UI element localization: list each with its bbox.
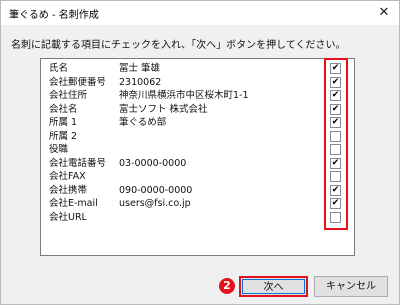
window-title: 筆ぐるめ - 名刺作成 bbox=[9, 10, 99, 21]
field-value: 筆ぐるめ部 bbox=[119, 117, 167, 128]
field-row[interactable]: 会社FAX bbox=[41, 170, 354, 183]
next-button[interactable]: 次へ bbox=[239, 276, 308, 297]
next-button-label: 次へ bbox=[242, 279, 305, 294]
cancel-button[interactable]: キャンセル bbox=[314, 276, 388, 297]
field-value: 富士ソフト 株式会社 bbox=[119, 103, 208, 115]
field-label: 所属 2 bbox=[49, 130, 78, 142]
field-value: 冨士 筆雄 bbox=[119, 63, 161, 74]
field-value: 090-0000-0000 bbox=[119, 184, 193, 196]
field-label: 会社名 bbox=[49, 103, 78, 115]
checkbox-highlight bbox=[324, 58, 348, 230]
field-value: 2310062 bbox=[119, 76, 162, 88]
field-label: 会社URL bbox=[49, 211, 87, 223]
field-label: 役職 bbox=[49, 144, 69, 155]
field-label: 氏名 bbox=[49, 63, 69, 74]
field-label: 会社郵便番号 bbox=[49, 76, 107, 88]
field-label: 所属 1 bbox=[49, 117, 78, 128]
field-label: 会社電話番号 bbox=[49, 157, 107, 169]
field-label: 会社携帯 bbox=[49, 184, 88, 196]
field-label: 会社住所 bbox=[49, 90, 88, 101]
field-row[interactable]: 会社名 富士ソフト 株式会社 ✔ bbox=[41, 103, 354, 116]
field-row[interactable]: 所属 1 筆ぐるめ部 ✔ bbox=[41, 116, 354, 129]
field-row[interactable]: 会社郵便番号 2310062 ✔ bbox=[41, 76, 354, 89]
field-checklist: 氏名 冨士 筆雄 ✔ 会社郵便番号 2310062 ✔ 会社住所 神奈川県横浜市中区桜木町1-… bbox=[40, 58, 355, 256]
field-row[interactable]: 会社携帯 090-0000-0000 ✔ bbox=[41, 184, 354, 197]
title-bar: 筆ぐるめ - 名刺作成 ✕ bbox=[1, 1, 399, 25]
field-label: 会社FAX bbox=[49, 171, 86, 182]
field-row[interactable]: 会社電話番号 03-0000-0000 ✔ bbox=[41, 157, 354, 170]
field-row[interactable]: 氏名 冨士 筆雄 ✔ bbox=[41, 62, 354, 75]
field-row[interactable]: 所属 2 bbox=[41, 130, 354, 143]
field-value: users@fsi.co.jp bbox=[119, 198, 191, 209]
field-value: 神奈川県横浜市中区桜木町1-1 bbox=[119, 90, 249, 101]
create-business-card-dialog: 筆ぐるめ - 名刺作成 ✕ 名刺に記載する項目にチェックを入れ、「次へ」ボタンを… bbox=[0, 0, 400, 305]
field-value: 03-0000-0000 bbox=[119, 157, 187, 169]
field-row[interactable]: 会社住所 神奈川県横浜市中区桜木町1-1 ✔ bbox=[41, 89, 354, 102]
field-row[interactable]: 役職 bbox=[41, 143, 354, 156]
close-icon[interactable]: ✕ bbox=[373, 2, 395, 24]
instruction-text: 名刺に記載する項目にチェックを入れ、「次へ」ボタンを押してください。 bbox=[11, 40, 346, 51]
field-row[interactable]: 会社E-mail users@fsi.co.jp ✔ bbox=[41, 197, 354, 210]
field-row[interactable]: 会社URL bbox=[41, 211, 354, 224]
step-badge: 2 bbox=[219, 278, 235, 294]
field-label: 会社E-mail bbox=[49, 198, 98, 209]
